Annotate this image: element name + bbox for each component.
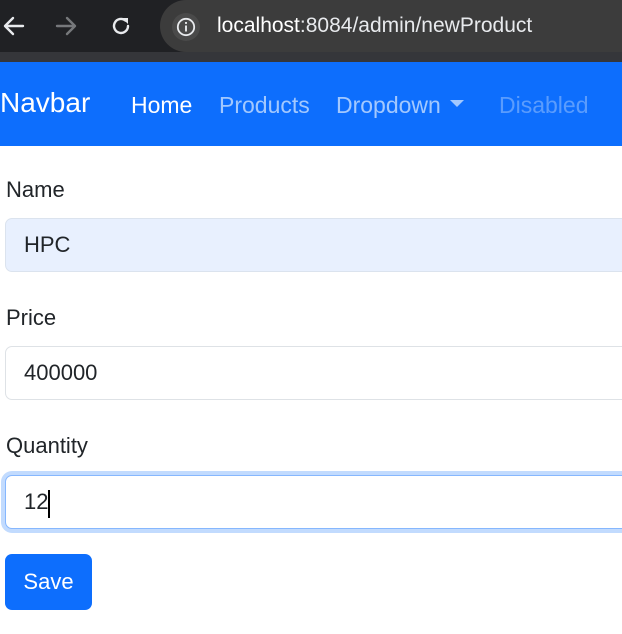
info-icon	[176, 17, 196, 37]
reload-icon	[112, 17, 130, 35]
url-path: :8084/admin/newProduct	[299, 14, 533, 37]
quantity-input[interactable]	[5, 475, 622, 529]
site-info-icon[interactable]	[172, 13, 200, 41]
nav-link-home[interactable]: Home	[131, 90, 192, 120]
name-label: Name	[6, 177, 65, 202]
nav-dropdown-toggle[interactable]: Dropdown	[336, 90, 464, 120]
navbar-brand[interactable]: Navbar	[0, 86, 90, 120]
forward-button[interactable]	[48, 8, 84, 44]
back-button[interactable]	[0, 8, 32, 44]
url-host: localhost	[217, 14, 300, 37]
nav-link-disabled: Disabled	[499, 92, 589, 118]
name-input[interactable]	[5, 218, 622, 272]
text-cursor	[48, 490, 50, 518]
nav-link-products[interactable]: Products	[219, 90, 310, 120]
arrow-left-icon	[3, 16, 25, 36]
save-button[interactable]: Save	[5, 554, 92, 610]
browser-toolbar-border	[0, 52, 622, 62]
quantity-label: Quantity	[6, 433, 88, 458]
price-label: Price	[6, 305, 57, 330]
caret-down-icon	[449, 100, 464, 108]
url-text[interactable]: localhost:8084/admin/newProduct	[217, 13, 532, 39]
arrow-right-icon	[55, 16, 77, 36]
price-input[interactable]	[5, 346, 622, 400]
nav-dropdown-label: Dropdown	[336, 92, 441, 118]
navbar: Navbar Home Products Dropdown Disabled	[0, 62, 622, 146]
reload-button[interactable]	[103, 8, 139, 44]
